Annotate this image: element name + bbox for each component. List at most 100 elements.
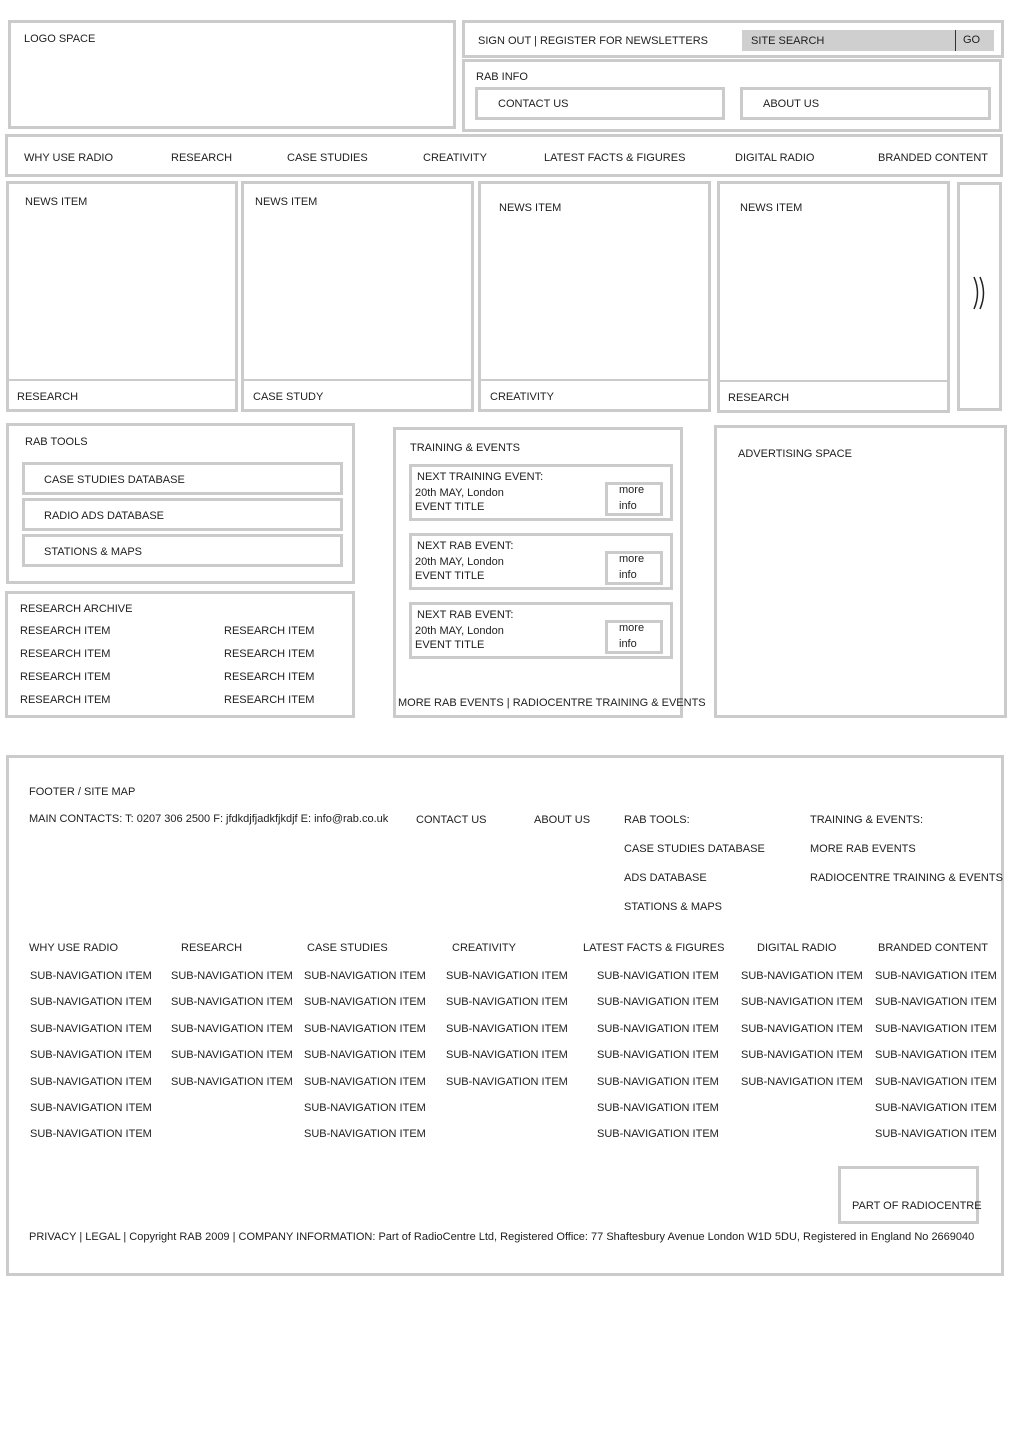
advertising-space[interactable]: ADVERTISING SPACE (714, 425, 1007, 718)
news-title: NEWS ITEM (499, 202, 562, 214)
sub-navigation-item[interactable]: SUB-NAVIGATION ITEM (597, 1076, 719, 1088)
search-divider (955, 30, 956, 51)
sitemap-heading[interactable]: BRANDED CONTENT (878, 942, 988, 954)
news-item[interactable]: NEWS ITEM RESEARCH (6, 181, 238, 412)
logo-space[interactable]: LOGO SPACE (8, 20, 456, 129)
advertising-label: ADVERTISING SPACE (738, 448, 852, 460)
sub-navigation-item[interactable]: SUB-NAVIGATION ITEM (875, 1076, 997, 1088)
sub-navigation-item[interactable]: SUB-NAVIGATION ITEM (446, 1049, 568, 1061)
sub-navigation-item[interactable]: SUB-NAVIGATION ITEM (304, 1023, 426, 1035)
sub-navigation-item[interactable]: SUB-NAVIGATION ITEM (304, 1076, 426, 1088)
sub-navigation-item[interactable]: SUB-NAVIGATION ITEM (171, 1049, 293, 1061)
footer-about-us[interactable]: ABOUT US (534, 814, 590, 826)
sub-navigation-item[interactable]: SUB-NAVIGATION ITEM (304, 970, 426, 982)
research-item[interactable]: RESEARCH ITEM (224, 625, 314, 637)
sub-navigation-item[interactable]: SUB-NAVIGATION ITEM (446, 996, 568, 1008)
sitemap-heading[interactable]: DIGITAL RADIO (757, 942, 836, 954)
about-us-button[interactable]: ABOUT US (740, 87, 991, 120)
sub-navigation-item[interactable]: SUB-NAVIGATION ITEM (30, 1049, 152, 1061)
nav-latest-facts-figures[interactable]: LATEST FACTS & FIGURES (544, 152, 685, 164)
sub-navigation-item[interactable]: SUB-NAVIGATION ITEM (304, 1049, 426, 1061)
sub-navigation-item[interactable]: SUB-NAVIGATION ITEM (30, 1102, 152, 1114)
sitemap-heading[interactable]: LATEST FACTS & FIGURES (583, 942, 724, 954)
footer-radiocentre-training[interactable]: RADIOCENTRE TRAINING & EVENTS (810, 872, 1003, 884)
footer-stations-maps[interactable]: STATIONS & MAPS (624, 901, 722, 913)
sub-navigation-item[interactable]: SUB-NAVIGATION ITEM (597, 1023, 719, 1035)
sitemap-heading[interactable]: CASE STUDIES (307, 942, 388, 954)
research-item[interactable]: RESEARCH ITEM (20, 694, 110, 706)
search-input[interactable]: SITE SEARCH (751, 35, 824, 47)
news-item[interactable]: NEWS ITEM RESEARCH (717, 181, 950, 413)
nav-creativity[interactable]: CREATIVITY (423, 152, 487, 164)
footer-contact-us[interactable]: CONTACT US (416, 814, 487, 826)
sub-navigation-item[interactable]: SUB-NAVIGATION ITEM (875, 1023, 997, 1035)
sub-navigation-item[interactable]: SUB-NAVIGATION ITEM (875, 1049, 997, 1061)
sub-navigation-item[interactable]: SUB-NAVIGATION ITEM (171, 1076, 293, 1088)
research-item[interactable]: RESEARCH ITEM (224, 648, 314, 660)
sub-navigation-item[interactable]: SUB-NAVIGATION ITEM (741, 970, 863, 982)
sub-navigation-item[interactable]: SUB-NAVIGATION ITEM (875, 970, 997, 982)
nav-research[interactable]: RESEARCH (171, 152, 232, 164)
footer: FOOTER / SITE MAP MAIN CONTACTS: T: 0207… (6, 755, 1004, 1276)
nav-branded-content[interactable]: BRANDED CONTENT (878, 152, 988, 164)
sub-navigation-item[interactable]: SUB-NAVIGATION ITEM (30, 1023, 152, 1035)
sub-navigation-item[interactable]: SUB-NAVIGATION ITEM (875, 1128, 997, 1140)
sub-navigation-item[interactable]: SUB-NAVIGATION ITEM (597, 1102, 719, 1114)
sub-navigation-item[interactable]: SUB-NAVIGATION ITEM (171, 996, 293, 1008)
sub-navigation-item[interactable]: SUB-NAVIGATION ITEM (741, 1023, 863, 1035)
nav-why-use-radio[interactable]: WHY USE RADIO (24, 152, 113, 164)
sub-navigation-item[interactable]: SUB-NAVIGATION ITEM (171, 1023, 293, 1035)
sub-navigation-item[interactable]: SUB-NAVIGATION ITEM (304, 996, 426, 1008)
sub-navigation-item[interactable]: SUB-NAVIGATION ITEM (30, 1076, 152, 1088)
research-item[interactable]: RESEARCH ITEM (224, 694, 314, 706)
research-item[interactable]: RESEARCH ITEM (20, 648, 110, 660)
sitemap-heading[interactable]: WHY USE RADIO (29, 942, 118, 954)
footer-more-rab-events[interactable]: MORE RAB EVENTS (810, 843, 916, 855)
sub-navigation-item[interactable]: SUB-NAVIGATION ITEM (171, 970, 293, 982)
more-label: more (619, 622, 645, 634)
sitemap-heading[interactable]: RESEARCH (181, 942, 242, 954)
part-of-radiocentre[interactable]: PART OF RADIOCENTRE (838, 1166, 982, 1224)
research-item[interactable]: RESEARCH ITEM (20, 625, 110, 637)
radio-ads-database-button[interactable]: RADIO ADS DATABASE (22, 498, 343, 531)
rab-tools-title: RAB TOOLS (25, 436, 88, 448)
sub-navigation-item[interactable]: SUB-NAVIGATION ITEM (741, 1076, 863, 1088)
news-next-button[interactable] (957, 182, 1002, 411)
sub-navigation-item[interactable]: SUB-NAVIGATION ITEM (446, 970, 568, 982)
sub-navigation-item[interactable]: SUB-NAVIGATION ITEM (741, 1049, 863, 1061)
sub-navigation-item[interactable]: SUB-NAVIGATION ITEM (875, 1102, 997, 1114)
news-item[interactable]: NEWS ITEM CREATIVITY (478, 181, 711, 412)
sub-navigation-item[interactable]: SUB-NAVIGATION ITEM (446, 1076, 568, 1088)
footer-case-studies-database[interactable]: CASE STUDIES DATABASE (624, 843, 765, 855)
account-links[interactable]: SIGN OUT | REGISTER FOR NEWSLETTERS (478, 35, 708, 47)
more-events-links[interactable]: MORE RAB EVENTS | RADIOCENTRE TRAINING &… (398, 697, 706, 709)
footer-ads-database[interactable]: ADS DATABASE (624, 872, 707, 884)
sitemap-heading[interactable]: CREATIVITY (452, 942, 516, 954)
sub-navigation-item[interactable]: SUB-NAVIGATION ITEM (597, 996, 719, 1008)
more-info-button[interactable]: more info (605, 482, 663, 516)
more-info-button[interactable]: more info (605, 620, 663, 654)
stations-maps-button[interactable]: STATIONS & MAPS (22, 534, 343, 567)
sub-navigation-item[interactable]: SUB-NAVIGATION ITEM (446, 1023, 568, 1035)
sub-navigation-item[interactable]: SUB-NAVIGATION ITEM (597, 1128, 719, 1140)
sub-navigation-item[interactable]: SUB-NAVIGATION ITEM (30, 1128, 152, 1140)
go-button[interactable]: GO (963, 34, 980, 46)
contact-us-button[interactable]: CONTACT US (475, 87, 725, 120)
more-info-button[interactable]: more info (605, 551, 663, 585)
research-item[interactable]: RESEARCH ITEM (224, 671, 314, 683)
nav-case-studies[interactable]: CASE STUDIES (287, 152, 368, 164)
news-title: NEWS ITEM (25, 196, 88, 208)
sub-navigation-item[interactable]: SUB-NAVIGATION ITEM (30, 970, 152, 982)
sub-navigation-item[interactable]: SUB-NAVIGATION ITEM (741, 996, 863, 1008)
sub-navigation-item[interactable]: SUB-NAVIGATION ITEM (304, 1128, 426, 1140)
sub-navigation-item[interactable]: SUB-NAVIGATION ITEM (597, 970, 719, 982)
news-item[interactable]: NEWS ITEM CASE STUDY (241, 181, 474, 412)
footer-rab-tools-title: RAB TOOLS: (624, 814, 690, 826)
sub-navigation-item[interactable]: SUB-NAVIGATION ITEM (304, 1102, 426, 1114)
sub-navigation-item[interactable]: SUB-NAVIGATION ITEM (597, 1049, 719, 1061)
case-studies-database-button[interactable]: CASE STUDIES DATABASE (22, 462, 343, 495)
nav-digital-radio[interactable]: DIGITAL RADIO (735, 152, 814, 164)
sub-navigation-item[interactable]: SUB-NAVIGATION ITEM (30, 996, 152, 1008)
research-item[interactable]: RESEARCH ITEM (20, 671, 110, 683)
sub-navigation-item[interactable]: SUB-NAVIGATION ITEM (875, 996, 997, 1008)
